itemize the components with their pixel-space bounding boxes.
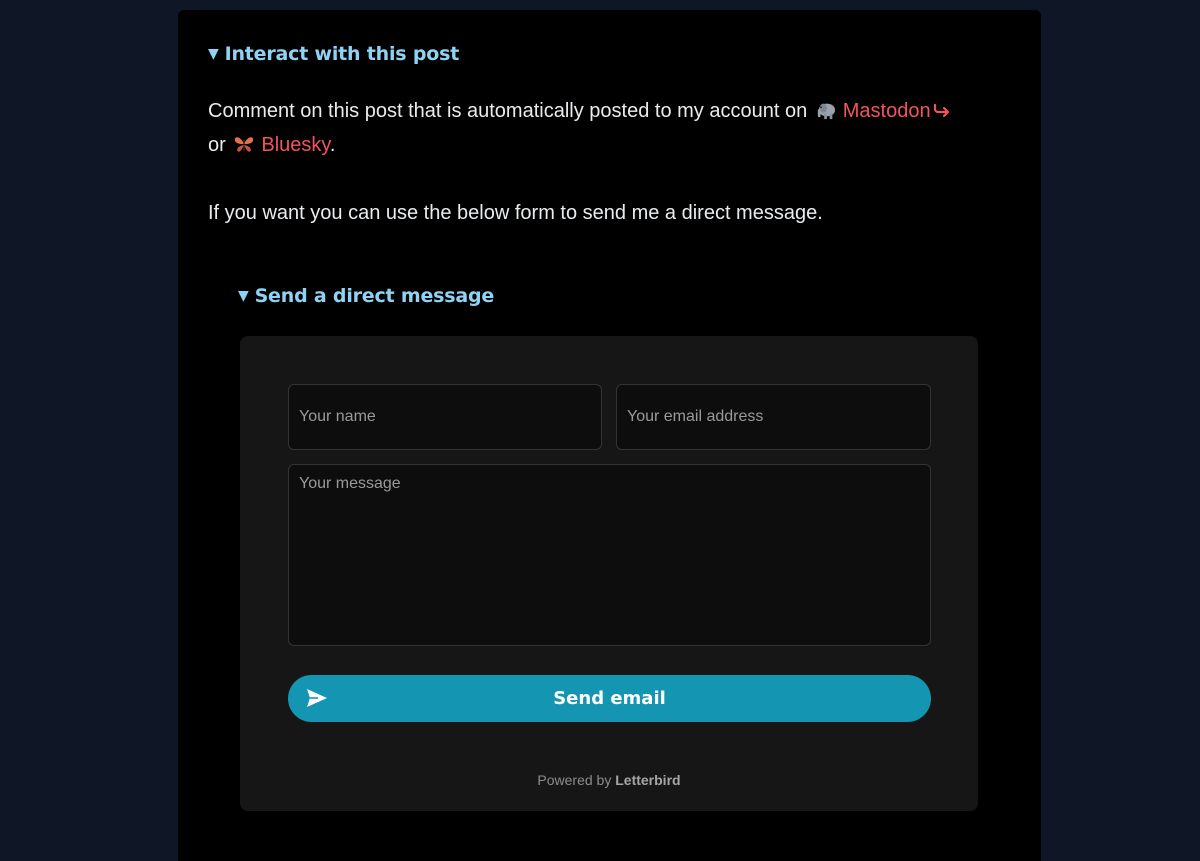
period: . <box>329 134 336 156</box>
mastodon-link-label: Mastodon <box>842 100 931 122</box>
comment-paragraph: Comment on this post that is automatical… <box>208 94 1018 162</box>
paper-plane-icon <box>307 689 327 707</box>
direct-message-paragraph: If you want you can use the below form t… <box>208 202 823 224</box>
email-input[interactable] <box>616 384 931 450</box>
interact-summary-toggle[interactable]: ▼ Interact with this post <box>208 43 459 65</box>
letterbird-brand-link[interactable]: Letterbird <box>615 772 680 788</box>
bluesky-link[interactable]: Bluesky <box>261 134 330 156</box>
send-email-button[interactable]: Send email <box>288 675 931 722</box>
comment-text: Comment on this post that is automatical… <box>208 100 808 122</box>
direct-message-form: Send email Powered by Letterbird <box>240 336 978 811</box>
send-email-label: Send email <box>553 688 666 709</box>
triangle-down-icon: ▼ <box>208 46 219 62</box>
butterfly-emoji-icon <box>235 137 254 152</box>
mastodon-link[interactable]: Mastodon <box>843 100 952 122</box>
interact-summary-label: Interact with this post <box>224 43 460 65</box>
external-link-arrow-icon <box>933 103 949 118</box>
post-interaction-card: ▼ Interact with this post Comment on thi… <box>178 10 1041 861</box>
or-text: or <box>208 134 226 156</box>
triangle-down-icon: ▼ <box>238 288 249 304</box>
powered-by: Powered by Letterbird <box>240 772 978 788</box>
powered-by-prefix: Powered by <box>537 772 612 788</box>
name-input[interactable] <box>288 384 602 450</box>
elephant-emoji-icon <box>817 103 835 120</box>
dm-summary-toggle[interactable]: ▼ Send a direct message <box>238 285 494 307</box>
message-textarea[interactable] <box>288 464 931 646</box>
dm-summary-label: Send a direct message <box>254 285 495 307</box>
